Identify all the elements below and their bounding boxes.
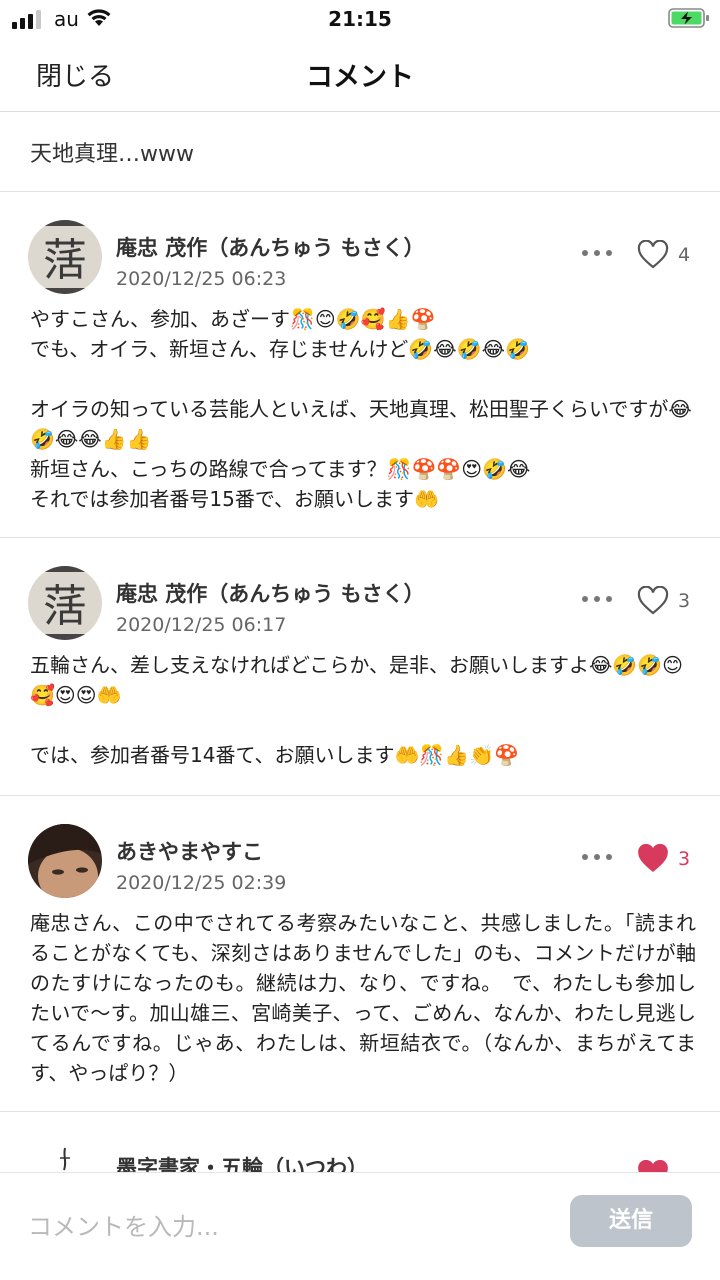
avatar-glyph: 萿: [43, 235, 87, 286]
comment-author[interactable]: 墨字書家・五輪（いつわ）: [116, 1152, 368, 1172]
avatar-glyph: 萿: [43, 581, 87, 632]
heart-filled-icon[interactable]: [637, 844, 669, 874]
post-summary: 天地真理…www: [0, 112, 720, 192]
comment-date: 2020/12/25 06:23: [116, 268, 287, 290]
comment-item: 萿 庵忠 茂作（あんちゅう もさく） 2020/12/25 06:17 3 五輪…: [0, 538, 720, 796]
comment-author[interactable]: あきやまやすこ: [116, 836, 263, 866]
status-bar: au 21:15: [0, 0, 720, 38]
comment-composer: 送信: [0, 1172, 720, 1280]
heart-filled-icon[interactable]: [637, 1160, 669, 1172]
like-count: 3: [678, 590, 691, 612]
navigation-bar: 閉じる コメント: [0, 38, 720, 112]
avatar[interactable]: 萿: [28, 566, 102, 640]
comment-item: 萿 庵忠 茂作（あんちゅう もさく） 2020/12/25 06:23 4 やす…: [0, 192, 720, 538]
more-options-icon[interactable]: [580, 246, 614, 260]
comment-body: 庵忠さん、この中でされてる考察みたいなこと、共感しました。「読まれることがなくて…: [30, 911, 696, 1085]
comment-date: 2020/12/25 06:17: [116, 614, 287, 636]
calligraphy-avatar-image: 萿: [28, 566, 102, 640]
like-count: 3: [678, 848, 691, 870]
comment-item: 墨字書家・五輪（いつわ）: [0, 1112, 720, 1172]
calligraphy-avatar-image: 萿: [28, 220, 102, 294]
comment-item: あきやまやすこ 2020/12/25 02:39 3 庵忠さん、この中でされてる…: [0, 796, 720, 1112]
comment-date: 2020/12/25 02:39: [116, 872, 287, 894]
avatar[interactable]: [28, 1140, 102, 1172]
comment-input[interactable]: [28, 1205, 548, 1249]
like-count: 4: [678, 244, 691, 266]
send-button[interactable]: 送信: [570, 1195, 692, 1247]
post-text: 天地真理…www: [30, 142, 194, 167]
comment-author[interactable]: 庵忠 茂作（あんちゅう もさく）: [116, 232, 425, 262]
avatar[interactable]: 萿: [28, 220, 102, 294]
status-time: 21:15: [328, 7, 392, 31]
comment-list[interactable]: 萿 庵忠 茂作（あんちゅう もさく） 2020/12/25 06:23 4 やす…: [0, 192, 720, 1172]
battery-charging-icon: [668, 8, 709, 28]
avatar[interactable]: [28, 824, 102, 898]
page-title: コメント: [306, 62, 414, 93]
comment-body: やすこさん、参加、あざーす🎊😊🤣🥰👍🍄 でも、オイラ、新垣さん、存じませんけど🤣…: [30, 307, 692, 511]
comment-body: 五輪さん、差し支えなければどこらか、是非、お願いしますよ😂🤣🤣😊🥰😍😍🤲 では、…: [30, 653, 684, 767]
heart-outline-icon[interactable]: [637, 240, 669, 270]
calligraphy-avatar-image: [28, 1140, 102, 1172]
heart-outline-icon[interactable]: [637, 586, 669, 616]
more-options-icon[interactable]: [580, 850, 614, 864]
more-options-icon[interactable]: [580, 592, 614, 606]
comment-author[interactable]: 庵忠 茂作（あんちゅう もさく）: [116, 578, 425, 608]
user-photo-avatar-image: [28, 824, 102, 898]
